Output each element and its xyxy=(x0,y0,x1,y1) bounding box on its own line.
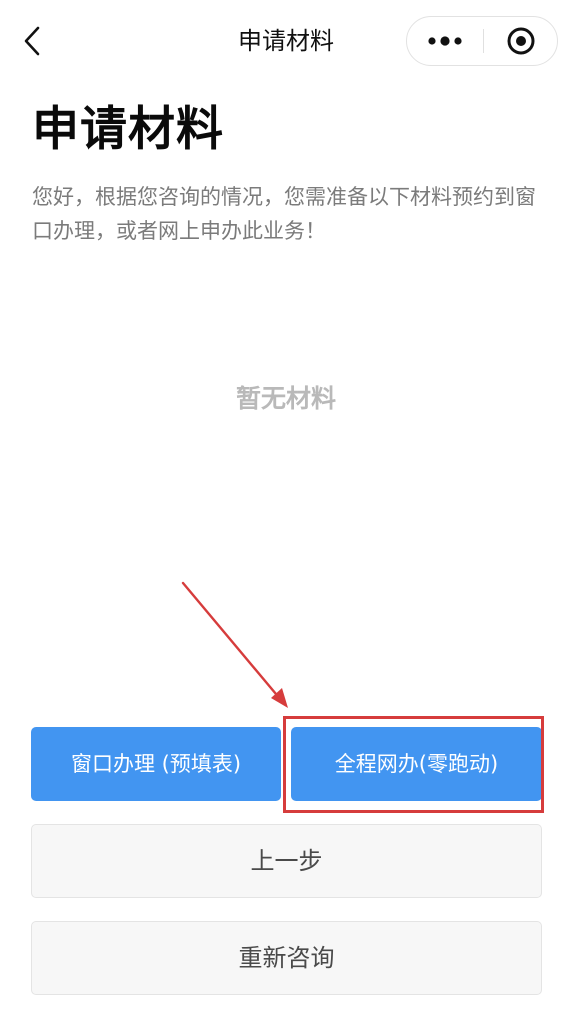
page-title: 申请材料 xyxy=(32,102,224,157)
target-circle-icon xyxy=(507,27,535,55)
page: 申请材料 申请材料 您好，根据您咨询的情况，您需准备以下材料预约到窗口办理，或者… xyxy=(0,0,572,1024)
more-button[interactable] xyxy=(407,17,483,65)
intro-text: 您好，根据您咨询的情况，您需准备以下材料预约到窗口办理，或者网上申办此业务！ xyxy=(32,185,536,243)
more-dots-icon xyxy=(428,36,462,46)
close-button[interactable] xyxy=(484,17,558,65)
mini-program-capsule xyxy=(406,16,558,66)
previous-step-button[interactable]: 上一步 xyxy=(31,824,542,898)
window-apply-button[interactable]: 窗口办理 (预填表) xyxy=(31,727,281,801)
restart-consult-button[interactable]: 重新咨询 xyxy=(31,921,542,995)
chevron-left-icon xyxy=(24,26,40,56)
nav-bar: 申请材料 xyxy=(0,0,572,82)
back-button[interactable] xyxy=(12,20,52,62)
empty-materials-text: 暂无材料 xyxy=(235,384,336,413)
online-apply-button[interactable]: 全程网办(零跑动) xyxy=(291,727,542,801)
primary-actions: 窗口办理 (预填表) 全程网办(零跑动) xyxy=(31,727,542,801)
nav-title: 申请材料 xyxy=(238,27,334,55)
